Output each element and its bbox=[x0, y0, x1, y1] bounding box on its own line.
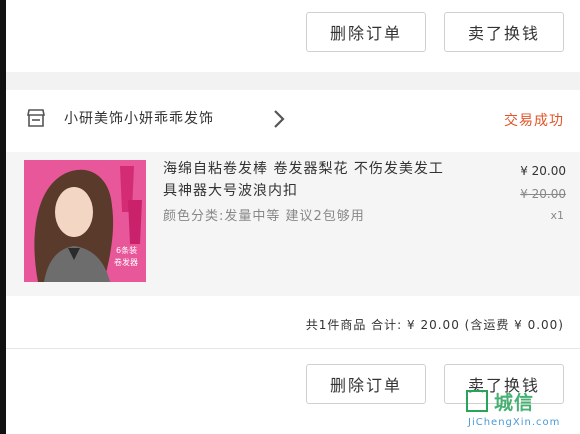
sell-button[interactable]: 卖了换钱 bbox=[444, 12, 564, 52]
product-photo-icon: 6条装 卷发器 bbox=[24, 160, 146, 282]
delete-order-button[interactable]: 删除订单 bbox=[306, 364, 426, 404]
shop-icon bbox=[27, 109, 45, 127]
product-original-price: ¥ 20.00 bbox=[520, 187, 566, 201]
chevron-right-icon[interactable] bbox=[272, 108, 286, 130]
order-summary: 共1件商品 合计: ¥ 20.00 (含运费 ¥ 0.00) bbox=[305, 318, 564, 332]
watermark: 城信 JiChengXin.com bbox=[466, 388, 578, 434]
product-title[interactable]: 海绵自粘卷发棒 卷发器梨花 不伤发美发工具神器大号波浪内扣 bbox=[163, 158, 453, 202]
watermark-text: 城信 bbox=[494, 392, 535, 414]
product-thumbnail[interactable]: 6条装 卷发器 bbox=[24, 160, 146, 282]
thumb-caption-2: 卷发器 bbox=[114, 257, 138, 267]
shop-name[interactable]: 小研美饰小妍乖乖发饰 bbox=[64, 108, 214, 128]
watermark-logo-icon bbox=[466, 390, 488, 412]
thumb-caption-1: 6条装 bbox=[116, 245, 137, 255]
delete-order-button[interactable]: 删除订单 bbox=[306, 12, 426, 52]
product-sku: 颜色分类:发量中等 建议2包够用 bbox=[163, 209, 365, 224]
order-status: 交易成功 bbox=[504, 113, 564, 129]
divider bbox=[6, 348, 580, 349]
product-quantity: x1 bbox=[550, 209, 564, 222]
product-price: ¥ 20.00 bbox=[520, 164, 566, 178]
watermark-url: JiChengXin.com bbox=[468, 417, 561, 428]
